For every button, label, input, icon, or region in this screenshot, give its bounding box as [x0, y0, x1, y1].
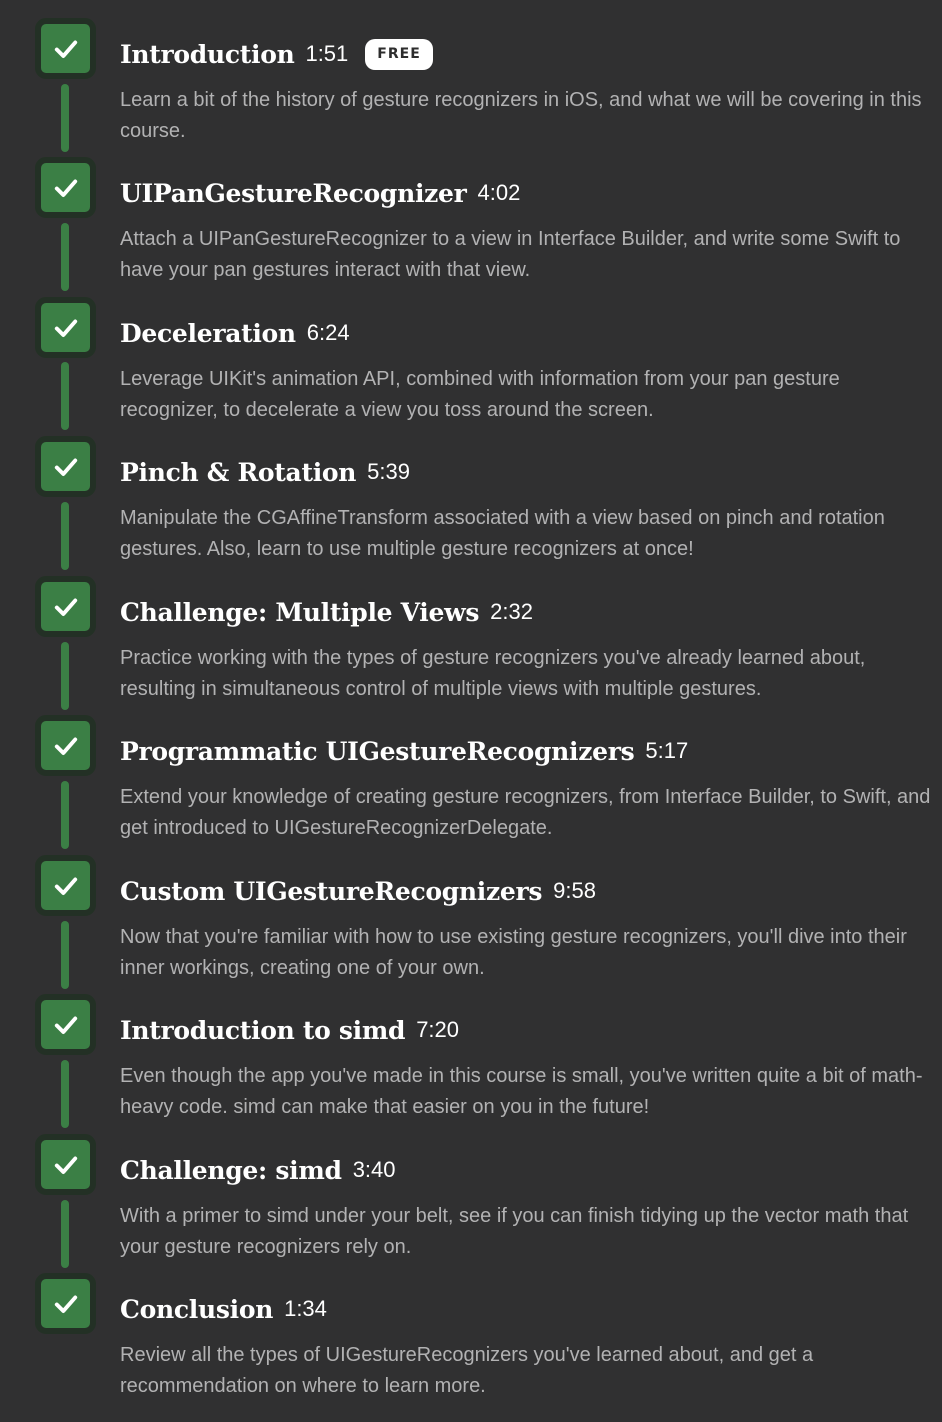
- episode-item[interactable]: Conclusion 1:34 Review all the types of …: [0, 1258, 942, 1397]
- episode-duration: 5:17: [645, 738, 689, 763]
- episode-title[interactable]: Challenge: Multiple Views: [120, 598, 479, 627]
- completed-toggle[interactable]: [35, 297, 96, 358]
- episode-description: Learn a bit of the history of gesture re…: [120, 89, 922, 142]
- completed-toggle[interactable]: [35, 1273, 96, 1334]
- checkmark-icon: [54, 40, 77, 58]
- episode-item[interactable]: Custom UIGestureRecognizers 9:58 Now tha…: [0, 840, 942, 979]
- episode-duration: 2:32: [490, 599, 533, 624]
- episode-header: Pinch & Rotation 5:39: [120, 452, 410, 492]
- episode-duration: 1:34: [284, 1296, 327, 1321]
- episode-description: Leverage UIKit's animation API, combined…: [120, 368, 840, 421]
- episode-duration: 7:20: [416, 1017, 460, 1042]
- episode-duration: 5:39: [367, 459, 410, 484]
- free-badge: FREE: [365, 38, 433, 70]
- completed-toggle[interactable]: [35, 436, 96, 497]
- episode-header: Introduction 1:51 FREE: [120, 34, 433, 74]
- episode-item[interactable]: Challenge: simd 3:40 With a primer to si…: [0, 1119, 942, 1258]
- episode-item[interactable]: UIPanGestureRecognizer 4:02 Attach a UIP…: [0, 142, 942, 281]
- episode-description: Even though the app you've made in this …: [120, 1065, 923, 1118]
- episode-header: Introduction to simd 7:20: [120, 1010, 459, 1050]
- completed-toggle[interactable]: [35, 157, 96, 218]
- episode-item[interactable]: Introduction to simd 7:20 Even though th…: [0, 979, 942, 1118]
- checkmark-icon: [54, 319, 77, 337]
- episode-description: Extend your knowledge of creating gestur…: [120, 786, 931, 839]
- episode-title[interactable]: Introduction to simd: [120, 1016, 405, 1045]
- episode-header: Custom UIGestureRecognizers 9:58: [120, 871, 596, 911]
- episode-header: Conclusion 1:34: [120, 1289, 327, 1329]
- completed-toggle[interactable]: [35, 18, 96, 79]
- episode-header: Challenge: Multiple Views 2:32: [120, 592, 533, 632]
- episode-title[interactable]: Pinch & Rotation: [120, 458, 356, 487]
- episode-item[interactable]: Programmatic UIGestureRecognizers 5:17 E…: [0, 700, 942, 839]
- episode-title[interactable]: Custom UIGestureRecognizers: [120, 877, 542, 906]
- checkmark-icon: [54, 1295, 77, 1313]
- episode-item[interactable]: Introduction 1:51 FREE Learn a bit of th…: [0, 3, 942, 142]
- episode-header: UIPanGestureRecognizer 4:02: [120, 173, 520, 213]
- episode-title[interactable]: Deceleration: [120, 319, 296, 348]
- episode-title[interactable]: Challenge: simd: [120, 1156, 342, 1185]
- completed-toggle[interactable]: [35, 994, 96, 1055]
- checkmark-icon: [54, 598, 77, 616]
- episode-description: Now that you're familiar with how to use…: [120, 926, 907, 979]
- episode-duration: 3:40: [352, 1157, 396, 1182]
- checkmark-icon: [54, 1016, 77, 1034]
- episode-description: Practice working with the types of gestu…: [120, 647, 866, 700]
- checkmark-icon: [54, 1156, 77, 1174]
- episode-item[interactable]: Challenge: Multiple Views 2:32 Practice …: [0, 561, 942, 700]
- episode-duration: 1:51: [305, 41, 349, 66]
- checkmark-icon: [54, 458, 77, 476]
- completed-toggle[interactable]: [35, 1134, 96, 1195]
- completed-toggle[interactable]: [35, 855, 96, 916]
- episode-title[interactable]: UIPanGestureRecognizer: [120, 179, 467, 208]
- completed-toggle[interactable]: [35, 715, 96, 776]
- episode-header: Programmatic UIGestureRecognizers 5:17: [120, 731, 688, 771]
- episode-description: Attach a UIPanGestureRecognizer to a vie…: [120, 228, 901, 281]
- episode-duration: 4:02: [477, 180, 521, 205]
- episode-item[interactable]: Deceleration 6:24 Leverage UIKit's anima…: [0, 282, 942, 421]
- checkmark-icon: [54, 737, 77, 755]
- episode-title[interactable]: Programmatic UIGestureRecognizers: [120, 737, 635, 766]
- episode-duration: 6:24: [306, 320, 350, 345]
- checkmark-icon: [54, 179, 77, 197]
- episode-title[interactable]: Introduction: [120, 40, 295, 69]
- completed-toggle[interactable]: [35, 576, 96, 637]
- episode-title[interactable]: Conclusion: [120, 1295, 273, 1324]
- episode-duration: 9:58: [553, 878, 596, 903]
- episode-item[interactable]: Pinch & Rotation 5:39 Manipulate the CGA…: [0, 421, 942, 560]
- episode-header: Deceleration 6:24: [120, 313, 350, 353]
- episode-description: Manipulate the CGAffineTransform associa…: [120, 507, 885, 560]
- checkmark-icon: [54, 877, 77, 895]
- episode-header: Challenge: simd 3:40: [120, 1150, 396, 1190]
- episode-list: Introduction 1:51 FREE Learn a bit of th…: [0, 0, 942, 1422]
- episode-description: With a primer to simd under your belt, s…: [120, 1205, 909, 1258]
- episode-description: Review all the types of UIGestureRecogni…: [120, 1344, 814, 1397]
